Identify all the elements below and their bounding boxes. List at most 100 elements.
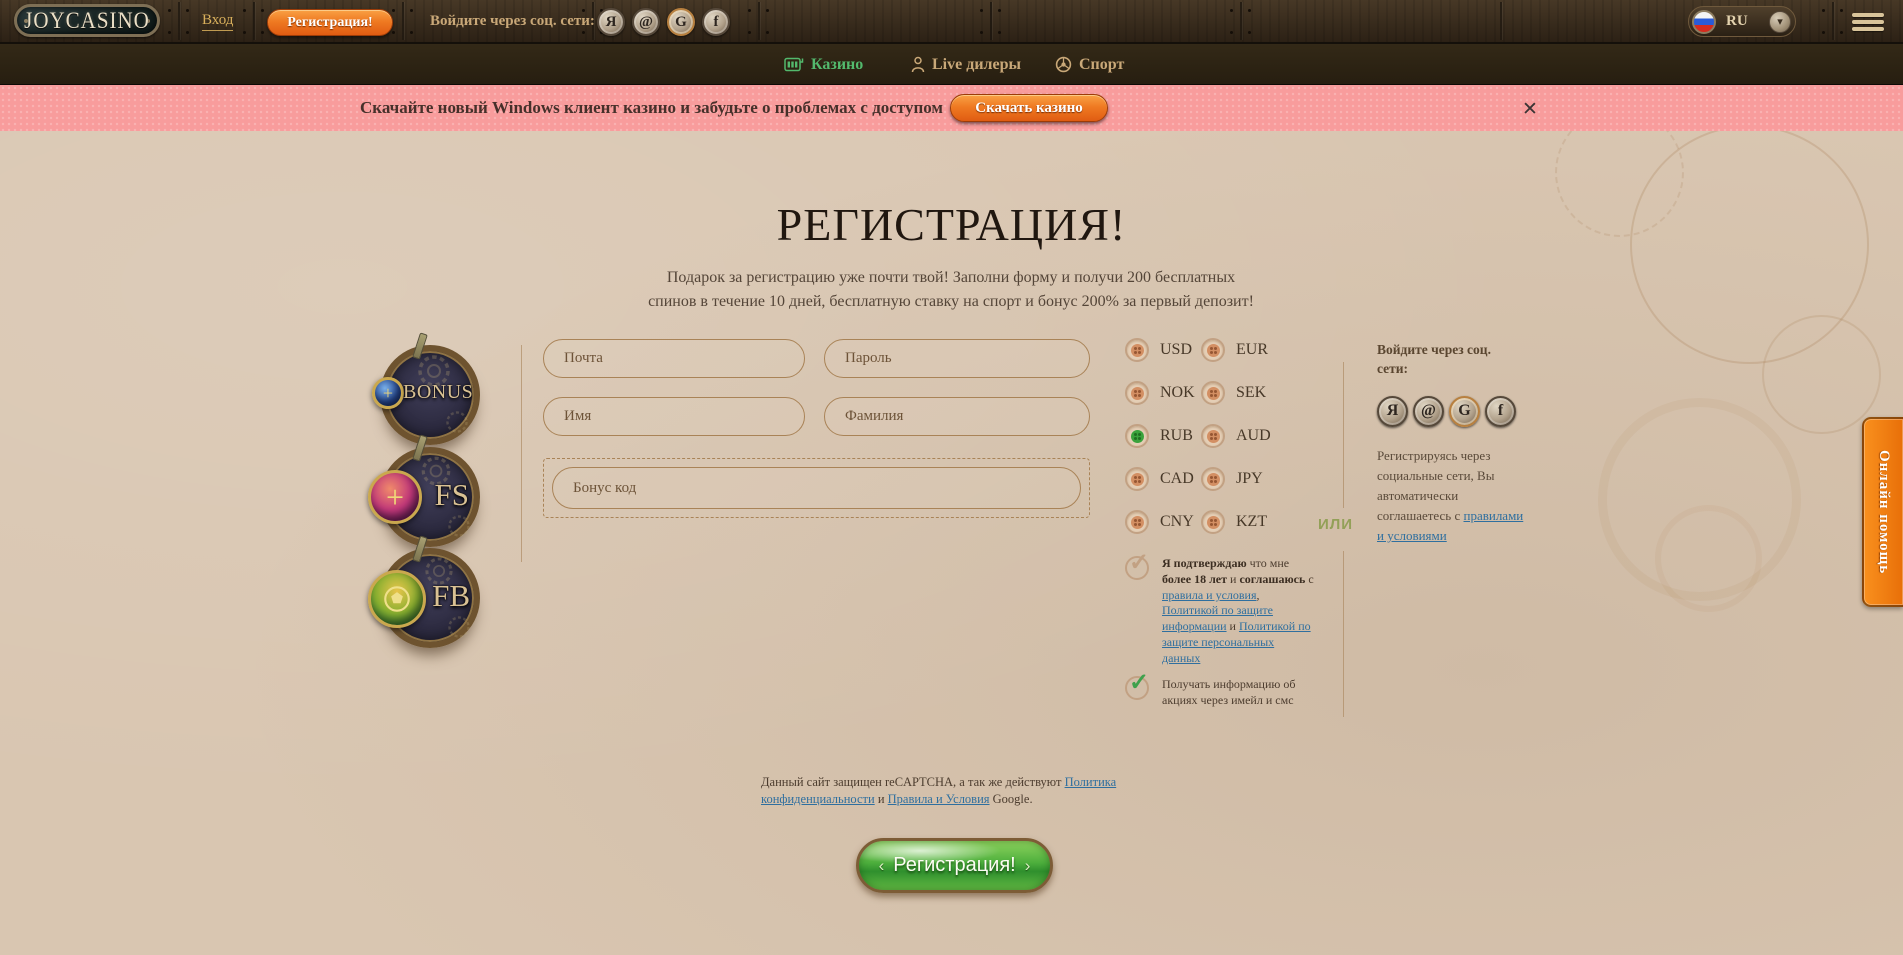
terms-run: с: [1305, 572, 1313, 586]
mailru-icon[interactable]: @: [1413, 396, 1444, 427]
radio-rub-selected[interactable]: [1125, 424, 1149, 448]
radio-aud[interactable]: [1201, 424, 1225, 448]
download-banner: Скачайте новый Windows клиент казино и з…: [0, 85, 1903, 131]
google-terms-link[interactable]: Правила и Условия: [888, 792, 990, 806]
currency-label: JPY: [1236, 470, 1263, 488]
radio-sek[interactable]: [1201, 381, 1225, 405]
email-field[interactable]: [543, 339, 805, 378]
terms-and-conditions-link[interactable]: правила и условия: [1162, 588, 1257, 602]
first-name-field[interactable]: [543, 397, 805, 436]
currency-option-sek[interactable]: SEK: [1201, 382, 1271, 404]
currency-option-jpy[interactable]: JPY: [1201, 468, 1271, 490]
freebet-gem-icon: [368, 570, 426, 628]
social-login-panel: Войдите через соц. сети: Я @ G f Регистр…: [1377, 341, 1525, 546]
or-divider-bottom: [1343, 551, 1344, 717]
main-nav: Казино Live дилеры Спорт: [0, 44, 1903, 85]
gear-icon: [444, 511, 474, 541]
currency-option-kzt[interactable]: KZT: [1201, 511, 1271, 533]
tab-live-dealers[interactable]: Live дилеры: [911, 44, 1021, 85]
terms-text: Я подтверждаю что мне более 18 лет и сог…: [1162, 556, 1314, 667]
radio-eur[interactable]: [1201, 338, 1225, 362]
facebook-icon[interactable]: f: [702, 8, 730, 36]
header-social-icons: Я @ G f: [597, 8, 730, 36]
checkmark-icon: ✓: [1129, 551, 1149, 575]
radio-cad[interactable]: [1125, 467, 1149, 491]
joycasino-logo[interactable]: JOYCASINO: [14, 4, 160, 37]
mailru-icon[interactable]: @: [632, 8, 660, 36]
online-help-tab[interactable]: Онлайн помощь: [1862, 417, 1903, 607]
radio-jpy[interactable]: [1201, 467, 1225, 491]
recaptcha-text: Google.: [990, 792, 1033, 806]
currency-option-usd[interactable]: USD: [1125, 339, 1195, 361]
last-name-field[interactable]: [824, 397, 1090, 436]
page-subtitle: Подарок за регистрацию уже почти твой! З…: [551, 266, 1351, 314]
currency-option-aud[interactable]: AUD: [1201, 425, 1271, 447]
google-icon[interactable]: G: [1449, 396, 1480, 427]
medallion-label: FB: [432, 578, 470, 614]
arrow-right-icon: ›: [1025, 857, 1031, 874]
soccer-ball-icon: [381, 583, 413, 615]
freespins-medallion[interactable]: + FS: [380, 447, 480, 547]
language-selector[interactable]: RU ▾: [1688, 6, 1796, 37]
rivet: [582, 9, 585, 12]
rivet: [1822, 9, 1825, 12]
currency-column-left: USD NOK RUB CAD CNY: [1125, 339, 1195, 554]
yandex-icon[interactable]: Я: [1377, 396, 1408, 427]
radio-usd[interactable]: [1125, 338, 1149, 362]
rivet: [1840, 9, 1843, 12]
submit-label: Регистрация!: [893, 854, 1015, 877]
tab-label: Казино: [811, 56, 863, 74]
google-icon[interactable]: G: [667, 8, 695, 36]
terms-bold: соглашаюсь: [1239, 572, 1305, 586]
arrow-left-icon: ‹: [879, 857, 885, 874]
currency-option-cny[interactable]: CNY: [1125, 511, 1195, 533]
subtitle-line1: Подарок за регистрацию уже почти твой! З…: [667, 269, 1235, 286]
panel-seam: [758, 2, 760, 40]
terms-checkbox[interactable]: ✓: [1125, 556, 1149, 580]
download-casino-button[interactable]: Скачать казино: [950, 94, 1108, 122]
tab-casino[interactable]: Казино: [784, 44, 863, 85]
bonus-medallion[interactable]: + BONUS: [380, 345, 480, 445]
close-icon[interactable]: ✕: [1516, 95, 1544, 123]
currency-column-right: EUR SEK AUD JPY KZT: [1201, 339, 1271, 554]
rivet: [998, 9, 1001, 12]
terms-run: и: [1227, 572, 1239, 586]
currency-label: KZT: [1236, 513, 1267, 531]
bonus-code-field[interactable]: [552, 467, 1081, 509]
register-top-button[interactable]: Регистрация!: [267, 9, 393, 36]
currency-label: SEK: [1236, 384, 1266, 402]
yandex-icon[interactable]: Я: [597, 8, 625, 36]
form-divider: [521, 345, 522, 562]
radio-cny[interactable]: [1125, 510, 1149, 534]
rivet: [748, 9, 751, 12]
panel-seam: [1832, 2, 1834, 40]
password-field[interactable]: [824, 339, 1090, 378]
banner-message: Скачайте новый Windows клиент казино и з…: [360, 85, 943, 131]
hamburger-menu-icon[interactable]: [1852, 13, 1884, 31]
currency-option-eur[interactable]: EUR: [1201, 339, 1271, 361]
top-bar: JOYCASINO Вход Регистрация! Войдите чере…: [0, 0, 1903, 44]
panel-seam: [402, 2, 404, 40]
page-title: РЕГИСТРАЦИЯ!: [0, 198, 1903, 251]
currency-option-cad[interactable]: CAD: [1125, 468, 1195, 490]
facebook-icon[interactable]: f: [1485, 396, 1516, 427]
promo-checkbox[interactable]: ✓: [1125, 676, 1149, 700]
chevron-down-icon[interactable]: ▾: [1769, 11, 1791, 33]
bonus-gem-icon: +: [372, 377, 404, 409]
tab-label: Live дилеры: [932, 56, 1021, 74]
radio-nok[interactable]: [1125, 381, 1149, 405]
rivet: [766, 9, 769, 12]
currency-option-rub[interactable]: RUB: [1125, 425, 1195, 447]
currency-label: CAD: [1160, 470, 1194, 488]
currency-option-nok[interactable]: NOK: [1125, 382, 1195, 404]
radio-kzt[interactable]: [1201, 510, 1225, 534]
rivet: [1248, 9, 1251, 12]
register-submit-button[interactable]: ‹ Регистрация! ›: [856, 838, 1053, 893]
currency-label: AUD: [1236, 427, 1271, 445]
panel-seam: [178, 2, 180, 40]
login-link[interactable]: Вход: [202, 12, 233, 31]
gear-icon: [444, 612, 474, 642]
freebet-medallion[interactable]: FB: [380, 548, 480, 648]
currency-label: EUR: [1236, 341, 1268, 359]
tab-sport[interactable]: Спорт: [1055, 44, 1124, 85]
